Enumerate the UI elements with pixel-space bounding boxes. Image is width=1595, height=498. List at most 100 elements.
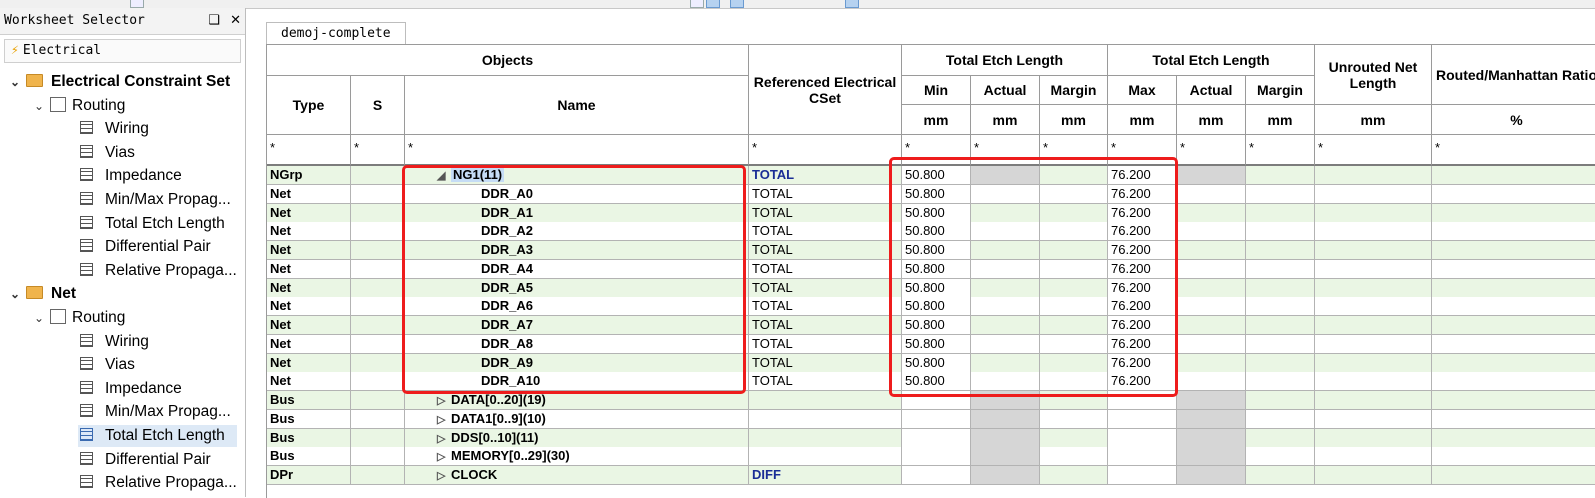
cell-actual2[interactable] bbox=[1177, 241, 1246, 260]
cell-margin1[interactable] bbox=[1040, 447, 1108, 467]
cell-ref-cset[interactable]: TOTAL bbox=[749, 203, 902, 223]
cell-unrouted[interactable] bbox=[1315, 409, 1432, 429]
cell-ratio[interactable] bbox=[1432, 447, 1595, 467]
cell-margin2[interactable] bbox=[1246, 409, 1315, 429]
cell-margin1[interactable] bbox=[1040, 409, 1108, 429]
table-row[interactable]: Bus ▷ MEMORY[0..29](30) bbox=[267, 447, 1595, 467]
toolbar-icon[interactable] bbox=[706, 0, 720, 8]
toolbar-icon[interactable] bbox=[130, 0, 144, 8]
cell-ref-cset[interactable] bbox=[749, 391, 902, 410]
cell-actual2[interactable] bbox=[1177, 297, 1246, 317]
cell-min[interactable] bbox=[902, 428, 971, 448]
cell-margin2[interactable] bbox=[1246, 166, 1315, 185]
cell-type[interactable]: Bus bbox=[267, 409, 351, 429]
cell-actual2[interactable] bbox=[1177, 409, 1246, 429]
tree-item-min-max-propag[interactable]: Min/Max Propag... bbox=[80, 401, 231, 423]
cell-type[interactable]: NGrp bbox=[267, 166, 351, 185]
cell-s[interactable] bbox=[351, 316, 405, 335]
cell-ref-cset[interactable]: TOTAL bbox=[749, 278, 902, 298]
cell-name[interactable]: ▷ DDS[0..10](11) bbox=[405, 428, 749, 448]
cell-ref-cset[interactable]: TOTAL bbox=[749, 222, 902, 242]
expand-toggle-icon[interactable]: ⌄ bbox=[8, 71, 22, 93]
cell-actual1[interactable] bbox=[971, 466, 1040, 485]
cell-unrouted[interactable] bbox=[1315, 184, 1432, 204]
toolbar-icon[interactable] bbox=[690, 0, 704, 8]
cell-type[interactable]: Net bbox=[267, 278, 351, 298]
cell-actual2[interactable] bbox=[1177, 447, 1246, 467]
tree-item-relative-propaga[interactable]: Relative Propaga... bbox=[80, 260, 237, 282]
cell-ref-cset[interactable]: DIFF bbox=[749, 466, 902, 485]
cell-actual2[interactable] bbox=[1177, 353, 1246, 373]
cell-unrouted[interactable] bbox=[1315, 259, 1432, 279]
filter-unrouted-input[interactable]: * bbox=[1315, 135, 1432, 166]
cell-type[interactable]: Net bbox=[267, 372, 351, 392]
close-icon[interactable]: ✕ bbox=[230, 13, 241, 28]
cell-unrouted[interactable] bbox=[1315, 447, 1432, 467]
cell-actual1[interactable] bbox=[971, 447, 1040, 467]
header-unrouted-net-length[interactable]: Unrouted Net Length bbox=[1315, 45, 1432, 105]
tree-item-net[interactable]: ⌄ Net bbox=[8, 283, 76, 305]
header-min[interactable]: Min bbox=[902, 76, 971, 105]
cell-type[interactable]: Bus bbox=[267, 391, 351, 410]
cell-type[interactable]: Net bbox=[267, 259, 351, 279]
cell-ratio[interactable] bbox=[1432, 166, 1595, 185]
header-type[interactable]: Type bbox=[267, 76, 351, 135]
tree-item-relative-propaga[interactable]: Relative Propaga... bbox=[80, 472, 237, 494]
cell-ratio[interactable] bbox=[1432, 297, 1595, 317]
cell-actual2[interactable] bbox=[1177, 278, 1246, 298]
cell-margin2[interactable] bbox=[1246, 428, 1315, 448]
cell-type[interactable]: Net bbox=[267, 184, 351, 204]
cell-actual1[interactable] bbox=[971, 409, 1040, 429]
tree-item-differential-pair[interactable]: Differential Pair bbox=[80, 449, 211, 471]
cell-ratio[interactable] bbox=[1432, 278, 1595, 298]
cell-ref-cset[interactable]: TOTAL bbox=[749, 241, 902, 260]
cell-margin2[interactable] bbox=[1246, 222, 1315, 242]
cell-margin2[interactable] bbox=[1246, 466, 1315, 485]
cell-s[interactable] bbox=[351, 203, 405, 223]
cell-ratio[interactable] bbox=[1432, 316, 1595, 335]
cell-margin2[interactable] bbox=[1246, 391, 1315, 410]
filter-ratio-input[interactable]: * bbox=[1432, 135, 1595, 166]
cell-s[interactable] bbox=[351, 428, 405, 448]
cell-unrouted[interactable] bbox=[1315, 278, 1432, 298]
cell-type[interactable]: DPr bbox=[267, 466, 351, 485]
cell-unrouted[interactable] bbox=[1315, 391, 1432, 410]
tree-item-routing[interactable]: ⌄ Routing bbox=[32, 307, 125, 329]
cell-ref-cset[interactable]: TOTAL bbox=[749, 372, 902, 392]
cell-ref-cset[interactable]: TOTAL bbox=[749, 166, 902, 185]
cell-ratio[interactable] bbox=[1432, 259, 1595, 279]
tree-item-impedance[interactable]: Impedance bbox=[80, 165, 182, 187]
cell-ref-cset[interactable]: TOTAL bbox=[749, 259, 902, 279]
cell-margin2[interactable] bbox=[1246, 241, 1315, 260]
table-row[interactable]: Bus ▷ DDS[0..10](11) bbox=[267, 428, 1595, 448]
cell-ref-cset[interactable]: TOTAL bbox=[749, 353, 902, 373]
cell-ratio[interactable] bbox=[1432, 353, 1595, 373]
cell-actual2[interactable] bbox=[1177, 316, 1246, 335]
cell-type[interactable]: Net bbox=[267, 203, 351, 223]
cell-ref-cset[interactable]: TOTAL bbox=[749, 297, 902, 317]
expand-toggle-icon[interactable]: ⌄ bbox=[32, 307, 46, 329]
document-tab[interactable]: demoj-complete bbox=[266, 22, 406, 45]
cell-s[interactable] bbox=[351, 297, 405, 317]
filter-ref-input[interactable]: * bbox=[749, 135, 902, 166]
cell-ratio[interactable] bbox=[1432, 372, 1595, 392]
header-max[interactable]: Max bbox=[1108, 76, 1177, 105]
cell-unrouted[interactable] bbox=[1315, 166, 1432, 185]
cell-name[interactable]: ▷ DATA1[0..9](10) bbox=[405, 409, 749, 429]
cell-unrouted[interactable] bbox=[1315, 222, 1432, 242]
header-margin-max[interactable]: Margin bbox=[1246, 76, 1315, 105]
filter-s-input[interactable]: * bbox=[351, 135, 405, 166]
cell-actual1[interactable] bbox=[971, 428, 1040, 448]
cell-min[interactable] bbox=[902, 466, 971, 485]
cell-s[interactable] bbox=[351, 259, 405, 279]
cell-margin2[interactable] bbox=[1246, 297, 1315, 317]
cell-ref-cset[interactable] bbox=[749, 428, 902, 448]
filter-name-input[interactable]: * bbox=[405, 135, 749, 166]
pin-icon[interactable]: ❑ bbox=[208, 13, 220, 28]
cell-actual2[interactable] bbox=[1177, 166, 1246, 185]
cell-ref-cset[interactable] bbox=[749, 409, 902, 429]
cell-max[interactable] bbox=[1108, 428, 1177, 448]
cell-name[interactable]: ▷ CLOCK bbox=[405, 466, 749, 485]
toolbar-icon[interactable] bbox=[730, 0, 744, 8]
cell-margin2[interactable] bbox=[1246, 278, 1315, 298]
